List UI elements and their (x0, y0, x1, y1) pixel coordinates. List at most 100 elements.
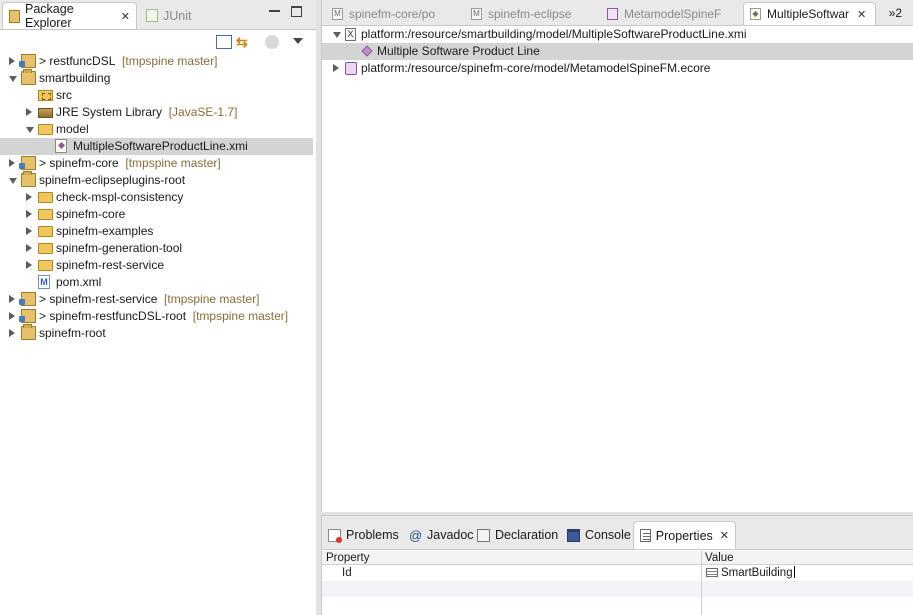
expanded-chevron-icon[interactable] (9, 178, 17, 184)
tree-item[interactable]: Mpom.xml (0, 274, 316, 291)
close-icon[interactable]: ✕ (857, 8, 866, 21)
editor-tree-item-label: platform:/resource/spinefm-core/model/Me… (361, 61, 711, 75)
tree-item[interactable]: spinefm-core (0, 206, 316, 223)
ecore-icon (607, 7, 618, 20)
tab-label: Package Explorer (25, 2, 74, 30)
tree-item[interactable]: > restfuncDSL [tmpspine master] (0, 53, 316, 70)
collapsed-chevron-icon[interactable] (9, 312, 15, 320)
tab-properties[interactable]: Properties ✕ (633, 521, 736, 549)
collapsed-chevron-icon[interactable] (9, 57, 15, 65)
close-icon[interactable]: ✕ (720, 529, 729, 542)
tree-item[interactable]: JRE System Library [JavaSE-1.7] (0, 104, 316, 121)
tab-package-explorer[interactable]: Package Explorer ✕ (2, 2, 137, 30)
column-header-property[interactable]: Property (326, 551, 369, 565)
tree-item[interactable]: check-mspl-consistency (0, 189, 316, 206)
collapsed-chevron-icon[interactable] (26, 261, 32, 269)
collapsed-chevron-icon[interactable] (26, 193, 32, 201)
tree-item-name: pom.xml (56, 275, 102, 289)
tree-item[interactable]: smartbuilding (0, 69, 316, 87)
collapse-all-icon[interactable] (216, 35, 232, 49)
view-menu-chevron-down-icon[interactable] (293, 38, 303, 44)
tab-overflow-button[interactable]: »2 (889, 6, 902, 20)
collapsed-chevron-icon[interactable] (26, 227, 32, 235)
tab-junit[interactable]: JUnit (140, 2, 200, 29)
collapsed-chevron-icon[interactable] (26, 244, 32, 252)
expanded-chevron-icon[interactable] (26, 127, 34, 133)
property-value-editor[interactable]: SmartBuilding (706, 565, 795, 581)
tree-item[interactable]: spinefm-examples (0, 223, 316, 240)
tree-item[interactable]: MultipleSoftwareProductLine.xmi (0, 138, 313, 155)
tree-item-name: spinefm-eclipseplugins-root (39, 173, 186, 187)
collapsed-chevron-icon[interactable] (9, 159, 15, 167)
tab-label: Problems (346, 528, 399, 542)
tab-problems[interactable]: Problems (324, 521, 403, 549)
tab-javadoc[interactable]: @ Javadoc (405, 521, 478, 549)
tree-item-label: > spinefm-rest-service [tmpspine master] (39, 291, 259, 308)
expanded-chevron-icon[interactable] (9, 76, 17, 82)
tree-item[interactable]: > spinefm-rest-service [tmpspine master] (0, 291, 316, 308)
javadoc-icon: @ (409, 527, 423, 543)
close-icon[interactable]: ✕ (121, 10, 130, 23)
property-row[interactable]: Id SmartBuilding (322, 565, 913, 581)
minimize-icon[interactable] (269, 6, 280, 12)
bottom-tabbar: Problems @ Javadoc Declaration Console P… (322, 516, 913, 550)
git-project-icon (19, 309, 36, 323)
maven-file-icon: M (332, 7, 343, 20)
tree-item-label: spinefm-eclipseplugins-root (39, 172, 185, 189)
tab-console[interactable]: Console (563, 521, 635, 549)
tree-item-label: spinefm-core (56, 206, 125, 223)
folder-icon (38, 192, 53, 203)
empty-row (322, 581, 913, 597)
link-with-editor-icon[interactable]: ⇆ (236, 35, 252, 49)
package-explorer-toolbar: ⇆ (0, 31, 316, 53)
tree-item-name: JRE System Library (56, 105, 163, 119)
tree-item[interactable]: > spinefm-core [tmpspine master] (0, 155, 316, 172)
tree-item-name: > spinefm-core (39, 156, 119, 170)
project-icon (21, 69, 36, 85)
editor-tab-spinefm-core-pom[interactable]: M spinefm-core/po (326, 2, 441, 25)
collapsed-chevron-icon[interactable] (333, 64, 339, 72)
collapsed-chevron-icon[interactable] (9, 295, 15, 303)
tree-item-label: model (56, 121, 89, 138)
tree-item-label: MultipleSoftwareProductLine.xmi (73, 138, 248, 155)
tree-item[interactable]: src (0, 87, 316, 104)
tree-item[interactable]: spinefm-eclipseplugins-root (0, 171, 316, 189)
collapsed-chevron-icon[interactable] (9, 329, 15, 337)
tree-item[interactable]: spinefm-generation-tool (0, 240, 316, 257)
editor-tab-metamodelspinef[interactable]: MetamodelSpineF (601, 2, 727, 25)
console-icon (567, 528, 580, 542)
declaration-icon (477, 528, 490, 542)
maven-file-icon: M (471, 7, 482, 20)
editor-tree-item[interactable]: Multiple Software Product Line (322, 43, 913, 60)
collapsed-chevron-icon[interactable] (26, 108, 32, 116)
expanded-chevron-icon[interactable] (333, 32, 341, 38)
tree-item[interactable]: > spinefm-restfuncDSL-root [tmpspine mas… (0, 308, 316, 325)
tree-item-label: > spinefm-restfuncDSL-root [tmpspine mas… (39, 308, 288, 325)
tree-item-label: spinefm-examples (56, 223, 153, 240)
collapsed-chevron-icon[interactable] (26, 210, 32, 218)
editor-tree-item[interactable]: platform:/resource/spinefm-core/model/Me… (322, 60, 913, 77)
tree-item-label: check-mspl-consistency (56, 189, 183, 206)
editor-tab-spinefm-eclipse[interactable]: M spinefm-eclipse (465, 2, 577, 25)
editor-tab-multiplesoftwar[interactable]: ◆ MultipleSoftwar ✕ (743, 2, 876, 25)
column-separator[interactable] (701, 551, 702, 615)
git-branch-decoration: [tmpspine master] (122, 54, 218, 68)
tree-item-name: spinefm-root (39, 326, 106, 340)
library-icon (38, 108, 53, 118)
folder-icon (38, 260, 53, 271)
tree-item[interactable]: model (0, 121, 316, 138)
maximize-icon[interactable] (291, 6, 302, 17)
tree-item[interactable]: spinefm-root (0, 324, 316, 342)
tree-item-name: > spinefm-restfuncDSL-root (39, 309, 187, 323)
editor-tab-label: MultipleSoftwar (767, 7, 850, 21)
column-header-value[interactable]: Value (705, 551, 734, 565)
maven-pom-icon: M (38, 275, 50, 289)
folder-icon (38, 209, 53, 220)
tree-item-label: spinefm-generation-tool (56, 240, 182, 257)
tree-item-name: > restfuncDSL (39, 54, 116, 68)
tree-item[interactable]: spinefm-rest-service (0, 257, 316, 274)
editor-tree-item[interactable]: Xplatform:/resource/smartbuilding/model/… (322, 26, 913, 43)
tab-declaration[interactable]: Declaration (473, 521, 562, 549)
focus-on-task-icon[interactable] (265, 35, 279, 49)
tree-item-label: spinefm-root (39, 325, 106, 342)
